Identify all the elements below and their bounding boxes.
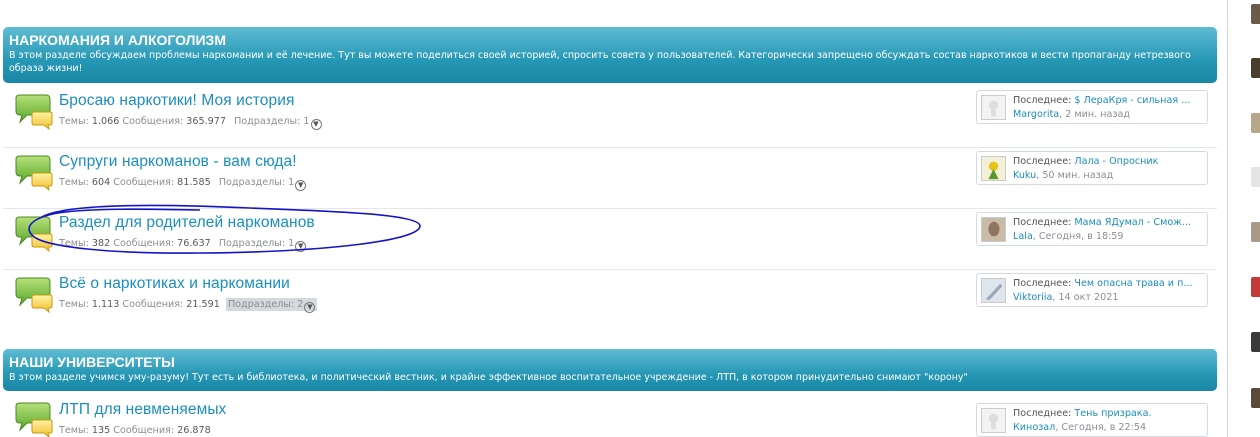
last-post-box: Последнее: Тень призрака. Кинозал, Сегод… [976,403,1208,437]
forum-stats: Темы: 604 Сообщения: 81.585 Подразделы: … [59,177,308,191]
forum-row: Супруги наркоманов - вам сюда! Темы: 604… [3,148,1217,209]
last-thread-link[interactable]: $ ЛераКря - сильная ... [1074,95,1190,106]
last-user-link[interactable]: Margorita [1013,109,1059,120]
category-header-universities[interactable]: НАШИ УНИВЕРСИТЕТЫ В этом разделе учимся … [3,349,1217,391]
forum-page: НАРКОМАНИЯ И АЛКОГОЛИЗМ В этом разделе о… [0,0,1260,437]
forum-title-link[interactable]: Бросаю наркотики! Моя история [59,92,295,110]
chevron-down-icon[interactable]: ▼ [295,241,307,252]
last-post-box: Последнее: Чем опасна трава и п... Vikto… [976,273,1208,307]
forum-stats: Темы: 135 Сообщения: 26.878 [59,425,211,436]
chevron-down-icon[interactable]: ▼ [304,302,316,313]
last-thread-link[interactable]: Чем опасна трава и п... [1074,278,1192,289]
forum-row: ЛТП для невменяемых Темы: 135 Сообщения:… [3,395,1217,437]
thumbnail[interactable] [1251,4,1260,24]
forum-stats: Темы: 382 Сообщения: 76.637 Подразделы: … [59,238,308,252]
subforums-toggle[interactable]: Подразделы: 1 ▼ [217,237,308,252]
forum-row: Раздел для родителей наркоманов Темы: 38… [3,209,1217,270]
last-thread-link[interactable]: Лала - Опросник [1074,156,1158,167]
forum-stats: Темы: 1.066 Сообщения: 365.977 Подраздел… [59,116,324,130]
forum-bubble-icon [15,277,53,313]
subforums-toggle[interactable]: Подразделы: 2 ▼ [225,298,318,313]
forum-stats: Темы: 1.113 Сообщения: 21.591 Подразделы… [59,298,318,313]
last-user-link[interactable]: Lala [1013,231,1033,242]
forum-bubble-icon [15,155,53,191]
forum-bubble-icon [15,216,53,252]
forum-title-link[interactable]: Супруги наркоманов - вам сюда! [59,153,297,171]
thumbnail[interactable] [1251,58,1260,78]
category-header-narcomania[interactable]: НАРКОМАНИЯ И АЛКОГОЛИЗМ В этом разделе о… [3,27,1217,83]
last-user-link[interactable]: Viktoriia [1013,292,1052,303]
chevron-down-icon[interactable]: ▼ [310,119,322,130]
avatar[interactable] [981,156,1006,181]
last-user-link[interactable]: Kuku [1013,170,1036,181]
thumbnail[interactable] [1251,167,1260,187]
right-sidebar [1227,0,1260,437]
last-post-box: Последнее: Лала - Опросник Kuku, 50 мин.… [976,151,1208,185]
avatar[interactable] [981,278,1006,303]
last-thread-link[interactable]: Мама ЯДумал - Смож... [1074,217,1191,228]
thumbnail[interactable] [1251,222,1260,242]
forum-title-link[interactable]: ЛТП для невменяемых [59,401,226,419]
subforums-toggle[interactable]: Подразделы: 1 ▼ [217,176,308,191]
forum-bubble-icon [15,402,53,437]
forum-title-link[interactable]: Раздел для родителей наркоманов [59,214,315,232]
category-title[interactable]: НАРКОМАНИЯ И АЛКОГОЛИЗМ [9,32,1209,48]
subforums-toggle[interactable]: Подразделы: 1 ▼ [232,115,323,130]
last-user-link[interactable]: Кинозал [1013,422,1055,433]
last-post-box: Последнее: Мама ЯДумал - Смож... Lala, С… [976,212,1208,246]
last-post-box: Последнее: $ ЛераКря - сильная ... Margo… [976,90,1208,124]
category-description: В этом разделе обсуждаем проблемы нарком… [9,50,1191,74]
thumbnail[interactable] [1251,332,1260,352]
forum-row: Всё о наркотиках и наркомании Темы: 1.11… [3,270,1217,341]
avatar[interactable] [981,408,1006,433]
forum-row: Бросаю наркотики! Моя история Темы: 1.06… [3,87,1217,148]
thumbnail[interactable] [1251,388,1260,408]
forum-title-link[interactable]: Всё о наркотиках и наркомании [59,275,290,293]
last-thread-link[interactable]: Тень призрака. [1074,408,1151,419]
thumbnail[interactable] [1251,113,1260,133]
forum-bubble-icon [15,94,53,130]
category-description: В этом разделе учимся уму-разуму! Тут ес… [9,372,968,383]
avatar[interactable] [981,217,1006,242]
thumbnail[interactable] [1251,277,1260,297]
avatar[interactable] [981,95,1006,120]
chevron-down-icon[interactable]: ▼ [295,180,307,191]
category-title[interactable]: НАШИ УНИВЕРСИТЕТЫ [9,354,1209,370]
